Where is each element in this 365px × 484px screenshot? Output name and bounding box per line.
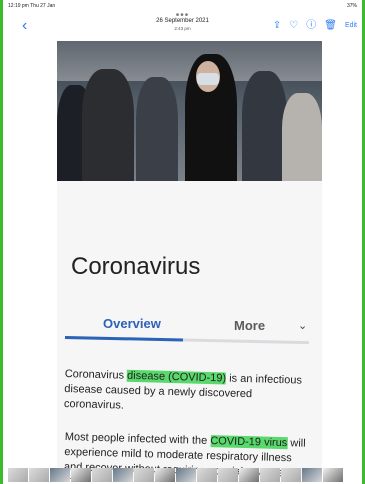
photo-date-text: 26 September 2021	[156, 18, 209, 24]
status-time: 12:19 pm Thu 27 Jan	[8, 3, 56, 9]
edit-button[interactable]: Edit	[345, 20, 357, 32]
tab-more[interactable]: More	[234, 318, 265, 333]
photo-thumbnail[interactable]	[50, 468, 70, 482]
photo-thumbnail-strip	[8, 468, 357, 482]
photo-thumbnail[interactable]	[155, 468, 175, 482]
crowd-person	[82, 69, 134, 181]
photo-thumbnail[interactable]	[176, 468, 196, 482]
article-title: Coronavirus	[71, 253, 201, 280]
photo-thumbnail[interactable]	[29, 468, 49, 482]
article-content: Coronavirus Overview More ⌄ Coronavirus …	[57, 181, 322, 479]
info-icon[interactable]: ⓘ	[306, 20, 316, 32]
crowd-person	[242, 71, 287, 181]
screenshot-photo: Coronavirus Overview More ⌄ Coronavirus …	[57, 41, 322, 479]
crowd-person	[282, 93, 322, 181]
photo-toolbar: ‹ ••• 26 September 2021 2:43 pm ⇪ ♡ ⓘ 🗑 …	[8, 10, 357, 38]
photo-thumbnail[interactable]	[302, 468, 322, 482]
highlighted-text: disease (COVID-19)	[126, 369, 227, 385]
photo-date: 26 September 2021 2:43 pm	[156, 18, 209, 32]
photo-thumbnail[interactable]	[134, 468, 154, 482]
share-icon[interactable]: ⇪	[273, 20, 281, 32]
photo-thumbnail[interactable]	[260, 468, 280, 482]
photo-time-text: 2:43 pm	[174, 26, 191, 31]
trash-icon[interactable]: 🗑	[324, 20, 337, 32]
photo-thumbnail[interactable]	[239, 468, 259, 482]
left-frame-border	[0, 0, 3, 484]
chevron-down-icon[interactable]: ⌄	[298, 319, 307, 332]
masked-crowd-image	[57, 41, 322, 181]
toolbar-actions: ⇪ ♡ ⓘ 🗑 Edit	[273, 18, 357, 34]
heart-icon[interactable]: ♡	[289, 20, 298, 32]
tab-overview[interactable]: Overview	[103, 316, 161, 331]
photo-thumbnail[interactable]	[197, 468, 217, 482]
article-paragraph: Coronavirus disease (COVID-19) is an inf…	[64, 367, 311, 419]
crowd-person	[136, 77, 178, 181]
paragraph-text: Most people infected with the	[64, 430, 211, 448]
photo-thumbnail[interactable]	[71, 468, 91, 482]
paragraph-text: Coronavirus	[64, 367, 128, 382]
face-mask	[197, 73, 219, 85]
photo-thumbnail[interactable]	[281, 468, 301, 482]
photo-thumbnail[interactable]	[92, 468, 112, 482]
photo-thumbnail[interactable]	[8, 468, 28, 482]
photo-thumbnail[interactable]	[218, 468, 238, 482]
photo-thumbnail[interactable]	[323, 468, 343, 482]
photo-thumbnail[interactable]	[113, 468, 133, 482]
highlighted-text: COVID-19 virus	[210, 435, 288, 450]
battery-status: 37%	[346, 3, 357, 9]
chevron-left-icon[interactable]: ‹	[22, 18, 27, 34]
